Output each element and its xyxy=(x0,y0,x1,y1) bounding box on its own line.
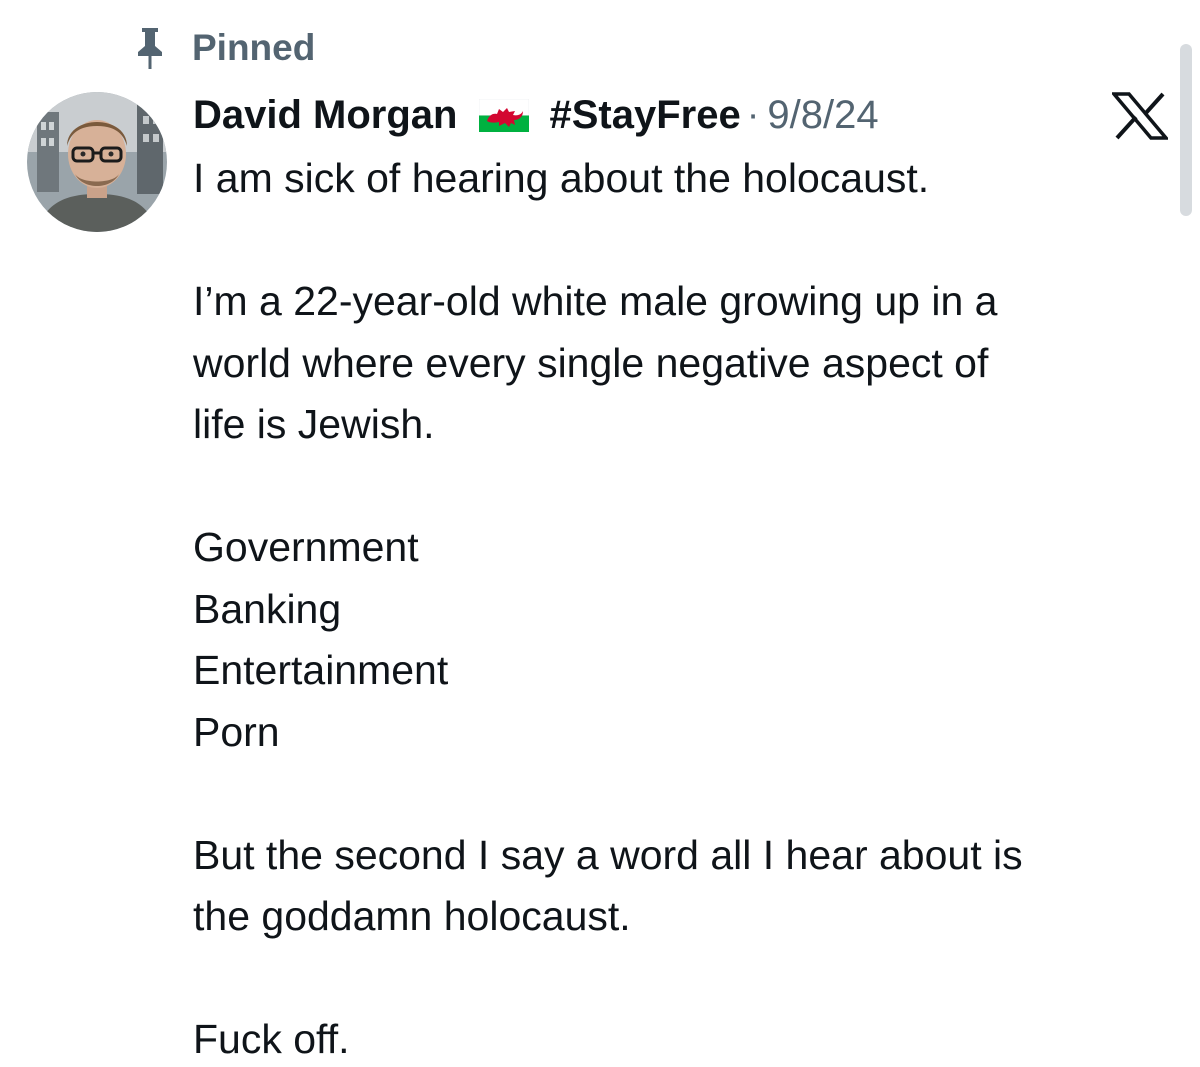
tweet-header: David Morgan #StayFree · 9/8/24 xyxy=(193,86,879,144)
post-date[interactable]: 9/8/24 xyxy=(767,93,878,138)
wales-flag-icon xyxy=(479,98,530,132)
author-display-name[interactable]: David Morgan xyxy=(193,93,457,138)
author-hashtag[interactable]: #StayFree xyxy=(549,93,740,138)
scrollbar[interactable] xyxy=(1180,44,1192,216)
tweet-line: I’m a 22-year-old white male growing up … xyxy=(193,278,998,324)
tweet-line: the goddamn holocaust. xyxy=(193,893,631,939)
tweet-list-item: Porn xyxy=(193,708,280,755)
avatar[interactable] xyxy=(27,92,167,232)
tweet-line: I am sick of hearing about the holocaust… xyxy=(193,155,930,201)
x-logo-icon xyxy=(1112,92,1168,140)
tweet-list-item: Banking xyxy=(193,585,342,632)
avatar-photo xyxy=(27,92,167,232)
tweet-line: life is Jewish. xyxy=(193,401,435,447)
tweet-text: I am sick of hearing about the holocaust… xyxy=(193,148,1173,1067)
tweet-line: world where every single negative aspect… xyxy=(193,339,989,386)
tweet-card[interactable]: Pinned David Morgan #StayFree · 9/8/24 I… xyxy=(0,0,1200,1067)
pin-icon xyxy=(138,28,162,69)
tweet-list-item: Government xyxy=(193,524,419,570)
tweet-line: But the second I say a word all I hear a… xyxy=(193,831,1023,878)
pinned-indicator: Pinned xyxy=(134,24,315,72)
tweet-line: Fuck off. xyxy=(193,1016,350,1062)
header-separator: · xyxy=(746,93,760,136)
tweet-list-item: Entertainment xyxy=(193,647,449,693)
pinned-label: Pinned xyxy=(192,27,316,68)
